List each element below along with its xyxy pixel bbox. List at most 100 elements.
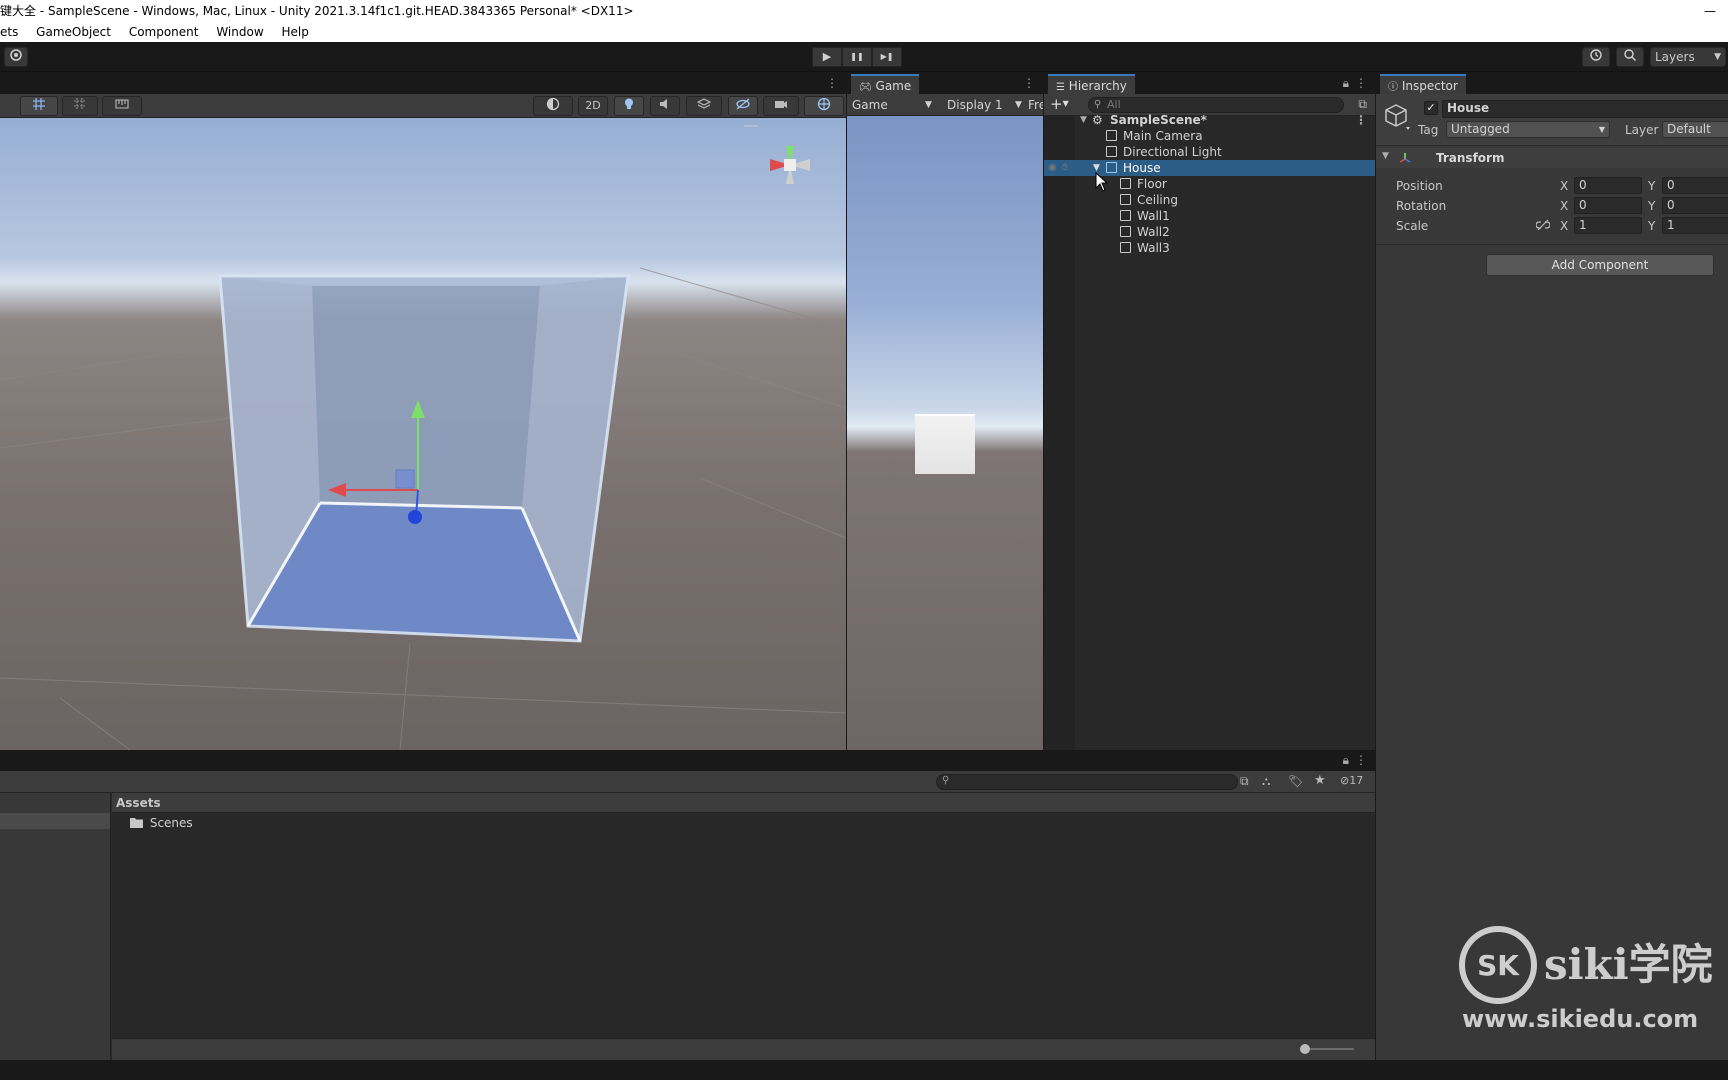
collab-button[interactable] — [4, 47, 28, 67]
position-y-label[interactable]: Y — [1648, 179, 1655, 193]
pick-hand-icon[interactable]: ✋︎ — [1062, 160, 1068, 176]
search-icon: ⚲ — [1094, 99, 1102, 110]
lighting-toggle[interactable] — [614, 96, 644, 116]
project-item-scenes[interactable]: Scenes — [130, 815, 193, 831]
play-button[interactable]: ▶ — [812, 47, 842, 67]
rotation-y-field[interactable]: 0 — [1662, 197, 1728, 214]
layers-dropdown[interactable]: Layers ▼ — [1650, 47, 1726, 67]
hierarchy-row-scene[interactable]: ▼ ⚙︎ SampleScene* ⋮ — [1044, 112, 1375, 128]
create-button[interactable]: +▼ — [1050, 95, 1069, 113]
hierarchy-item-label: SampleScene* — [1110, 113, 1207, 127]
transform-header[interactable]: ▼ Transform — [1376, 148, 1728, 168]
eye-icon[interactable]: ◉ — [1048, 160, 1057, 176]
breadcrumb-assets[interactable]: Assets — [116, 796, 161, 810]
game-menu-icon[interactable]: ⋮ — [1023, 76, 1035, 90]
lightbulb-icon — [625, 98, 633, 109]
hierarchy-row-wall1[interactable]: Wall1 — [1044, 208, 1375, 224]
gameobject-cube-icon — [1120, 194, 1131, 205]
aspect-dropdown[interactable]: Fre — [1028, 94, 1043, 115]
gizmo-plane-handle[interactable] — [395, 469, 415, 489]
camera-settings-button[interactable] — [763, 96, 799, 116]
shading-mode-button[interactable] — [533, 96, 573, 116]
hierarchy-item-label: Wall3 — [1137, 241, 1170, 255]
lock-icon[interactable]: 🔒︎ — [1343, 76, 1349, 91]
project-search-input[interactable]: ⚲ — [936, 774, 1238, 790]
position-y-field[interactable]: 0 — [1662, 177, 1728, 194]
scene-menu-icon[interactable]: ⋮ — [826, 76, 838, 90]
scale-x-label[interactable]: X — [1560, 219, 1568, 233]
position-x-field[interactable]: 0 — [1574, 177, 1642, 194]
game-view-dropdown[interactable]: Game — [852, 94, 888, 115]
slider-handle[interactable] — [1300, 1044, 1310, 1054]
effects-toggle[interactable] — [686, 96, 722, 116]
hierarchy-search-input[interactable]: ⚲ All — [1088, 97, 1344, 113]
gizmos-button[interactable] — [804, 96, 844, 116]
menu-gameobject[interactable]: GameObject — [36, 25, 111, 39]
hidden-packages-toggle[interactable]: ⊘17 — [1340, 774, 1363, 787]
add-component-button[interactable]: Add Component — [1486, 254, 1714, 276]
display-dropdown[interactable]: Display 1 — [947, 94, 1003, 115]
object-name-field[interactable]: House — [1442, 100, 1728, 118]
scale-y-label[interactable]: Y — [1648, 219, 1655, 233]
game-viewport[interactable] — [847, 116, 1043, 750]
add-component-label: Add Component — [1551, 258, 1649, 272]
visibility-toggle[interactable] — [728, 96, 758, 116]
menu-bar: ets GameObject Component Window Help — [0, 22, 1728, 42]
history-button[interactable] — [1582, 47, 1610, 67]
ruler-button[interactable] — [102, 96, 142, 116]
position-x-label[interactable]: X — [1560, 179, 1568, 193]
project-menu-icon[interactable]: ⋮ — [1355, 753, 1367, 767]
search-filter-icon[interactable]: ⧉ — [1240, 774, 1249, 789]
grid-snapping-button[interactable] — [20, 96, 58, 116]
hierarchy-row-wall2[interactable]: Wall2 — [1044, 224, 1375, 240]
rotation-y-value: 0 — [1667, 198, 1675, 212]
2d-mode-button[interactable]: 2D — [578, 96, 608, 116]
rotation-label: Rotation — [1396, 199, 1447, 213]
rotation-x-label[interactable]: X — [1560, 199, 1568, 213]
minimize-button[interactable]: — — [1704, 0, 1716, 22]
tag-dropdown[interactable]: Untagged ▼ — [1446, 121, 1610, 138]
scale-x-field[interactable]: 1 — [1574, 217, 1642, 234]
pause-button[interactable]: ❚❚ — [842, 47, 872, 67]
hidden-eye-icon — [736, 98, 750, 110]
gizmo-globe-icon — [817, 97, 831, 111]
hierarchy-item-label: Wall2 — [1137, 225, 1170, 239]
menu-help[interactable]: Help — [281, 25, 308, 39]
menu-component[interactable]: Component — [129, 25, 199, 39]
gizmo-z-handle[interactable] — [408, 510, 422, 524]
search-button[interactable] — [1616, 47, 1644, 67]
project-tab-strip: 🔒︎ ⋮ — [0, 751, 1375, 771]
hierarchy-row-main-camera[interactable]: Main Camera — [1044, 128, 1375, 144]
folder-tree-selected-row[interactable] — [0, 813, 110, 829]
orientation-gizmo[interactable] — [744, 125, 810, 184]
tab-game[interactable]: 🎮︎ Game — [851, 74, 920, 94]
hierarchy-row-floor[interactable]: Floor — [1044, 176, 1375, 192]
increment-snap-button[interactable] — [62, 96, 98, 116]
hierarchy-menu-icon[interactable]: ⋮ — [1355, 76, 1367, 90]
label-tag-icon[interactable]: 🏷︎ — [1288, 774, 1303, 788]
tab-hierarchy[interactable]: ☰ Hierarchy — [1048, 74, 1135, 94]
rotation-x-field[interactable]: 0 — [1574, 197, 1642, 214]
audio-toggle[interactable] — [650, 96, 680, 116]
scene-row-menu-icon[interactable]: ⋮ — [1355, 112, 1367, 128]
layer-dropdown[interactable]: Default — [1662, 121, 1728, 138]
constrain-proportions-icon[interactable] — [1536, 219, 1550, 231]
step-button[interactable]: ▶❚ — [872, 47, 902, 67]
hierarchy-item-label: Floor — [1137, 177, 1167, 191]
scene-viewport[interactable] — [0, 118, 846, 750]
icon-size-slider[interactable] — [1300, 1044, 1354, 1054]
lock-icon[interactable]: 🔒︎ — [1343, 753, 1349, 768]
tab-inspector[interactable]: ⓘ Inspector — [1380, 74, 1466, 94]
menu-assets[interactable]: ets — [0, 25, 18, 39]
hierarchy-row-house[interactable]: ◉ ✋︎ ▼ House — [1044, 160, 1375, 176]
rotation-y-label[interactable]: Y — [1648, 199, 1655, 213]
menu-window[interactable]: Window — [216, 25, 263, 39]
search-filter-icon[interactable]: ⧉ — [1358, 97, 1367, 112]
hierarchy-row-directional-light[interactable]: Directional Light — [1044, 144, 1375, 160]
scale-y-field[interactable]: 1 — [1662, 217, 1728, 234]
favorite-star-icon[interactable]: ★ — [1314, 773, 1326, 788]
filter-type-icon[interactable]: ⛬ — [1262, 774, 1270, 789]
hierarchy-row-wall3[interactable]: Wall3 — [1044, 240, 1375, 256]
hierarchy-row-ceiling[interactable]: Ceiling — [1044, 192, 1375, 208]
active-checkbox[interactable]: ✓ — [1424, 101, 1438, 115]
